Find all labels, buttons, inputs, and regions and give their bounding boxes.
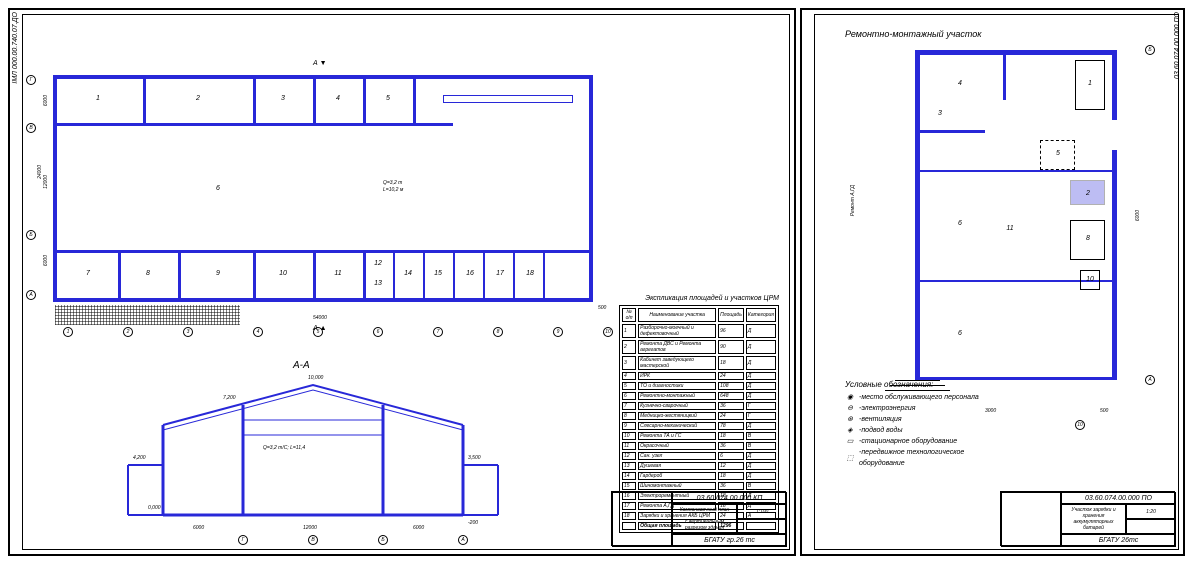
tb1-code: 03.60.074.00.000 КП	[672, 492, 787, 504]
room-4: 4	[333, 95, 343, 102]
sheet2-title: Ремонтно-монтажный участок	[845, 29, 982, 39]
dim-d4: 6000	[43, 255, 49, 266]
dim-h3: 4,200	[133, 455, 146, 461]
dim-d6: 500	[598, 305, 606, 311]
dim-d3: 12000	[43, 175, 49, 189]
tb1-org: БГАТУ гр.26 тс	[672, 534, 787, 547]
room-11: 11	[333, 270, 343, 277]
axis-h-1: Б	[26, 230, 36, 240]
tb2-name: Участок зарядки и хранения аккумуляторны…	[1061, 504, 1126, 534]
sec-axis-b: Б	[378, 535, 388, 545]
tb2-scale: 1:20	[1126, 504, 1176, 519]
sec-axis-a: А	[458, 535, 468, 545]
sec-axis-g: Г	[238, 535, 248, 545]
side-label: Ремонт А,ГД	[850, 185, 856, 216]
floor-plan: 1 2 3 4 5 6 7 8 9 10 11 12 13 14 15 16 1…	[53, 55, 613, 305]
r2-2: 2	[1083, 190, 1093, 197]
room-1: 1	[93, 95, 103, 102]
room-8: 8	[143, 270, 153, 277]
dim-sp1: 6000	[193, 525, 204, 531]
r2-axis-10: 10	[1075, 420, 1085, 430]
axis-v-3: 3	[183, 327, 193, 337]
dim2-w2: 500	[1100, 408, 1108, 414]
tb2-code: 03.60.074.00.000 ПО	[1061, 492, 1176, 504]
dim-note1: Q=3,2 т	[383, 180, 402, 186]
legend: Условные обозначения: ◉-место обслуживаю…	[845, 379, 979, 469]
room-14: 14	[403, 270, 413, 277]
axis-h-2: В	[26, 123, 36, 133]
dim-d1: 6000	[43, 95, 49, 106]
dim2-w: 3000	[985, 408, 996, 414]
room-7: 7	[83, 270, 93, 277]
sheet1-frame: 1 2 3 4 5 6 7 8 9 10 11 12 13 14 15 16 1…	[22, 14, 790, 550]
room-16: 16	[465, 270, 475, 277]
room-18: 18	[525, 270, 535, 277]
dim-h2: 7,200	[223, 395, 236, 401]
room-9: 9	[213, 270, 223, 277]
room-10: 10	[278, 270, 288, 277]
axis-v-9: 9	[553, 327, 563, 337]
sheet-2: 03.60.074.00.000 ПО Ремонтно-монтажный у…	[800, 8, 1185, 556]
axis-v-6: 6	[373, 327, 383, 337]
r2-axis-a: А	[1145, 375, 1155, 385]
dim-note2: L=10,2 м	[383, 187, 403, 193]
axis-h-3: Г	[26, 75, 36, 85]
dim-h6: 0,000	[148, 505, 161, 511]
r2-7: 8	[1083, 235, 1093, 242]
r2-5: 5	[1053, 150, 1063, 157]
dim2-h: 6000	[1135, 210, 1141, 221]
axis-v-2: 2	[123, 327, 133, 337]
axis-v-1: 1	[63, 327, 73, 337]
sheet1-code: ІМЛ 000.00.740.07.ДО	[12, 12, 19, 84]
r2-6b: 6	[955, 330, 965, 337]
table-title: Экспликация площадей и участков ЦРМ	[645, 295, 779, 302]
sheet-1: ІМЛ 000.00.740.07.ДО 1 2 3 4 5	[8, 8, 796, 556]
dim-h5: -200	[468, 520, 478, 526]
section-mark-top: А ▼	[313, 60, 327, 67]
room-3: 3	[278, 95, 288, 102]
sec-axis-v: В	[308, 535, 318, 545]
tb1-scale: 1:100	[737, 504, 787, 519]
dim-h1: 10,000	[308, 375, 323, 381]
room-6: 6	[213, 185, 223, 192]
section-aa: 10,000 7,200 4,200 3,500 -200 0,000 6000…	[123, 365, 503, 545]
dim-sp2: 12000	[303, 525, 317, 531]
room-17: 17	[495, 270, 505, 277]
r2-11: 11	[1005, 225, 1015, 232]
axis-v-4: 4	[253, 327, 263, 337]
room-13: 13	[373, 280, 383, 287]
r2-6a: 6	[955, 220, 965, 227]
room-12: 12	[373, 260, 383, 267]
legend-title: Условные обозначения:	[845, 379, 979, 390]
room-15: 15	[433, 270, 443, 277]
r2-1: 1	[1085, 80, 1095, 87]
r2-axis-b: Б	[1145, 45, 1155, 55]
sheet2-frame: Ремонтно-монтажный участок 4 3 1 5 2 6	[814, 14, 1179, 550]
titleblock-1: 03.60.074.00.000 КП Компоновочный план Ц…	[611, 491, 786, 546]
axis-v-5: 5	[313, 327, 323, 337]
room-5: 5	[383, 95, 393, 102]
r2-8: 10	[1085, 276, 1095, 283]
room-2: 2	[193, 95, 203, 102]
dim-d5: 54000	[313, 315, 327, 321]
r2-4: 4	[955, 80, 965, 87]
axis-v-8: 8	[493, 327, 503, 337]
axis-v-10: 10	[603, 327, 613, 337]
r2-3: 3	[935, 110, 945, 117]
tb1-name: Компоновочный план ЦРМ с вертикальным ра…	[672, 504, 737, 534]
titleblock-2: 03.60.074.00.000 ПО Участок зарядки и хр…	[1000, 491, 1175, 546]
dim-h4: 3,500	[468, 455, 481, 461]
tb2-org: БГАТУ 26тс	[1061, 534, 1176, 547]
dim-mark: Q=3,2 т/С; L=11,4	[263, 445, 305, 451]
dim-sp3: 6000	[413, 525, 424, 531]
axis-v-7: 7	[433, 327, 443, 337]
section-plan: 4 3 1 5 2 6 8 10 6 11 3000 500 6000 10 Б…	[875, 50, 1155, 410]
axis-h-0: А	[26, 290, 36, 300]
